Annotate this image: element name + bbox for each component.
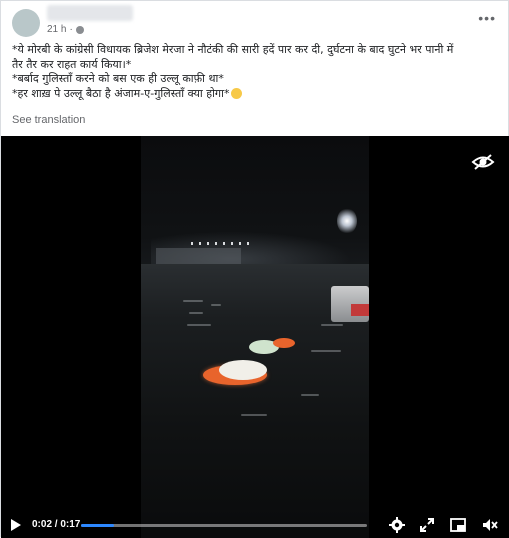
video-player[interactable]: 0:02 / 0:17 — [1, 136, 509, 538]
life-ring — [273, 338, 295, 348]
post-line: *ये मोरबी के कांग्रेसी विधायक ब्रिजेश मे… — [12, 43, 454, 56]
globe-icon — [75, 25, 84, 34]
post-text: *ये मोरबी के कांग्रेसी विधायक ब्रिजेश मे… — [12, 43, 502, 101]
post-card: 21 h · ••• *ये मोरबी के कांग्रेसी विधायक… — [0, 0, 509, 538]
time-display: 0:02 / 0:17 — [32, 519, 81, 530]
more-options-icon[interactable]: ••• — [478, 11, 496, 25]
progress-bar[interactable] — [81, 524, 367, 527]
post-line: *बर्बाद गुलिस्ताँ करने को बस एक ही उल्लू… — [12, 72, 224, 85]
see-translation-link[interactable]: See translation — [12, 114, 85, 126]
video-frame — [141, 136, 369, 538]
post-line: तैर तैर कर राहत कार्य किया।* — [12, 57, 132, 71]
eye-icon[interactable] — [471, 153, 495, 171]
mute-icon[interactable] — [482, 517, 498, 533]
avatar[interactable] — [12, 9, 40, 37]
post-meta: 21 h · — [47, 24, 84, 35]
play-icon[interactable] — [11, 519, 21, 531]
progress-fill — [81, 524, 115, 527]
meta-separator: · — [69, 24, 73, 35]
video-controls: 0:02 / 0:17 — [1, 512, 509, 538]
post-line: *हर शाख़ पे उल्लू बैठा है अंजाम-ए-गुलिस्… — [12, 87, 502, 102]
thinking-emoji-icon — [231, 87, 243, 99]
post-time[interactable]: 21 h — [47, 24, 66, 35]
fullscreen-icon[interactable] — [419, 517, 435, 533]
author-name-redacted[interactable] — [47, 5, 133, 21]
life-ring-person — [219, 360, 267, 380]
settings-icon[interactable] — [389, 517, 405, 533]
pip-icon[interactable] — [450, 517, 466, 533]
